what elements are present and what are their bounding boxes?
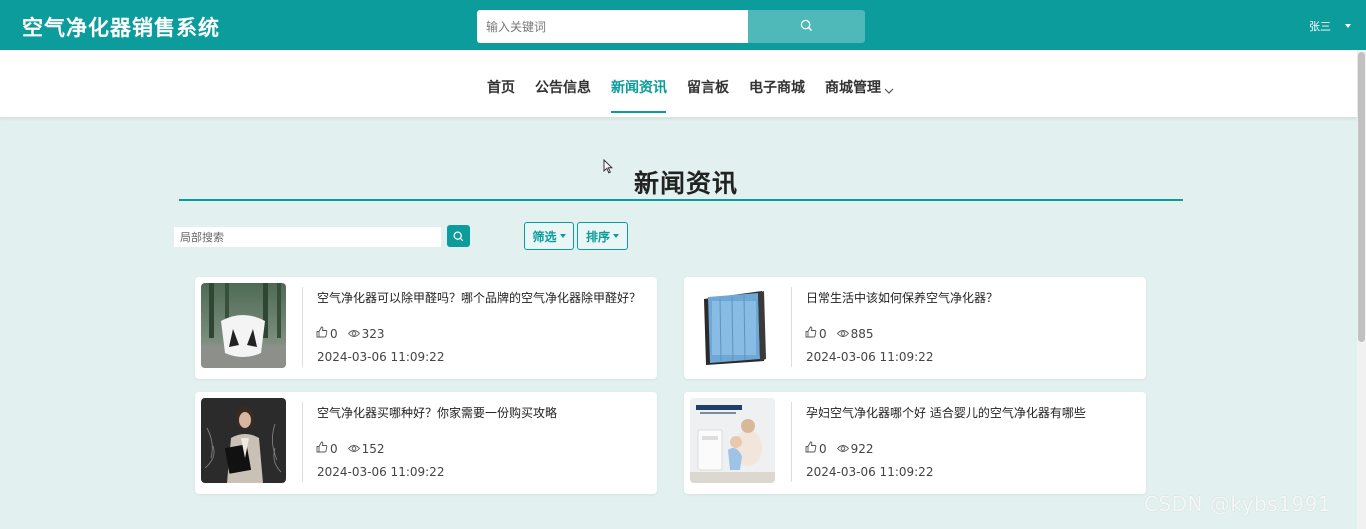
user-dropdown-caret-icon[interactable] [1345,24,1351,28]
view-count: 323 [361,326,385,341]
like-count: 0 [819,326,827,341]
news-thumbnail[interactable] [690,398,775,483]
news-card[interactable]: 空气净化器买哪种好？你家需要一份购买攻略 0 152 2024-03-06 11… [195,392,657,494]
search-input[interactable] [477,10,748,43]
news-thumbnail[interactable] [201,398,286,483]
main-nav: 首页 公告信息 新闻资讯 留言板 电子商城 商城管理 [0,50,1357,118]
news-card[interactable]: 空气净化器可以除甲醛吗？哪个品牌的空气净化器除甲醛好？ 0 323 2024-0… [195,277,657,379]
nav-item-shop-management[interactable]: 商城管理 [825,77,881,97]
news-date: 2024-03-06 11:09:22 [806,465,934,479]
watermark: CSDN @kybs1991 [1144,492,1332,516]
news-title[interactable]: 日常生活中该如何保养空气净化器？ [806,289,998,306]
nav-item-message-board[interactable]: 留言板 [687,77,729,97]
news-stats: 0 885 [805,326,884,341]
news-stats: 0 152 [316,441,395,456]
nav-item-home[interactable]: 首页 [487,77,515,97]
like-count: 0 [330,326,338,341]
card-divider [791,402,792,482]
caret-down-icon [613,234,619,238]
news-title[interactable]: 空气净化器可以除甲醛吗？哪个品牌的空气净化器除甲醛好？ [317,289,641,306]
eye-icon [836,442,849,456]
news-date: 2024-03-06 11:09:22 [317,465,445,479]
nav-item-news[interactable]: 新闻资讯 [611,77,667,97]
top-header: 空气净化器销售系统 张三 [0,0,1366,50]
search-icon [453,227,464,246]
news-date: 2024-03-06 11:09:22 [317,350,445,364]
sort-button[interactable]: 排序 [577,222,628,250]
news-thumbnail[interactable] [201,283,286,368]
search-icon [800,17,813,36]
local-search-button[interactable] [447,225,470,247]
active-tab-indicator [611,111,666,113]
news-title[interactable]: 空气净化器买哪种好？你家需要一份购买攻略 [317,404,557,421]
card-divider [791,287,792,367]
caret-down-icon [559,234,566,238]
eye-icon [347,442,360,456]
user-menu[interactable]: 张三 [1309,18,1331,34]
news-date: 2024-03-06 11:09:22 [806,350,934,364]
view-count: 885 [850,326,874,341]
filter-label: 筛选 [532,229,557,244]
app-title: 空气净化器销售系统 [22,16,220,40]
like-count: 0 [330,441,338,456]
filter-button[interactable]: 筛选 [524,222,574,250]
page-scrollbar[interactable] [1357,50,1366,529]
thumbs-up-icon[interactable] [805,326,817,341]
view-count: 152 [361,441,385,456]
thumbs-up-icon[interactable] [316,326,328,341]
news-thumbnail[interactable] [690,283,775,368]
thumbs-up-icon[interactable] [316,441,328,456]
chevron-down-icon[interactable] [884,80,894,99]
card-divider [302,402,303,482]
eye-icon [836,327,849,341]
news-stats: 0 323 [316,326,395,341]
nav-item-announcements[interactable]: 公告信息 [535,77,591,97]
view-count: 922 [850,441,874,456]
local-search-input[interactable] [174,227,441,247]
page-title: 新闻资讯 [633,169,738,198]
like-count: 0 [819,441,827,456]
news-title[interactable]: 孕妇空气净化器哪个好 适合婴儿的空气净化器有哪些 [806,404,1086,421]
news-stats: 0 922 [805,441,884,456]
search-button[interactable] [748,10,865,43]
news-card[interactable]: 日常生活中该如何保养空气净化器？ 0 885 2024-03-06 11:09:… [684,277,1146,379]
thumbs-up-icon[interactable] [805,441,817,456]
nav-item-shop[interactable]: 电子商城 [749,77,805,97]
sort-label: 排序 [585,229,610,244]
card-divider [302,287,303,367]
title-divider [179,199,1183,201]
news-card[interactable]: 孕妇空气净化器哪个好 适合婴儿的空气净化器有哪些 0 922 2024-03-0… [684,392,1146,494]
eye-icon [347,327,360,341]
